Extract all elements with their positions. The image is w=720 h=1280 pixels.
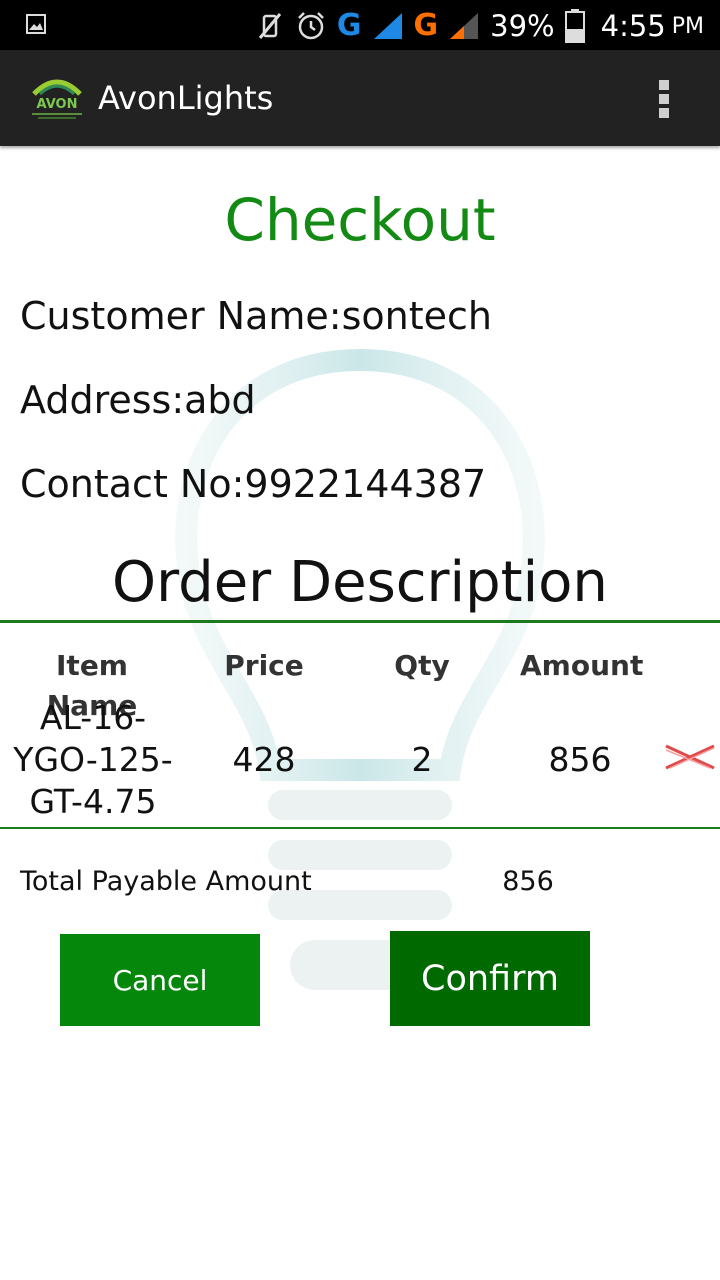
confirm-button[interactable]: Confirm — [390, 931, 590, 1026]
status-bar: G G 39% 4:55 PM — [0, 0, 720, 50]
customer-name: Customer Name:sontech — [20, 294, 492, 338]
order-description-title: Order Description — [112, 550, 608, 615]
delete-item-icon[interactable] — [664, 742, 716, 772]
logo-text: AVON — [37, 97, 78, 112]
item-name-cell: AL-16- YGO-125- GT-4.75 — [8, 697, 178, 823]
battery-icon — [564, 9, 585, 43]
qty-cell: 2 — [411, 740, 433, 779]
signal-strength-icon-2 — [450, 13, 479, 39]
header-price: Price — [224, 649, 304, 682]
contact-number: Contact No:9922144387 — [20, 462, 487, 506]
total-label: Total Payable Amount — [20, 866, 312, 897]
amount-cell: 856 — [548, 740, 612, 779]
alarm-icon — [298, 12, 324, 40]
item-name-line: GT-4.75 — [29, 782, 157, 821]
signal-strength-icon-1 — [373, 13, 402, 39]
avon-logo-icon[interactable]: AVON — [28, 72, 86, 122]
item-name-line: YGO-125- — [13, 740, 173, 779]
app-title: AvonLights — [98, 79, 274, 117]
battery-percent: 39% — [490, 9, 555, 43]
image-notification-icon — [26, 14, 46, 34]
total-value: 856 — [502, 866, 554, 897]
overflow-menu-icon[interactable] — [646, 76, 682, 122]
item-name-line: AL-16- — [39, 698, 147, 737]
clock-ampm: PM — [671, 13, 704, 39]
clock-time: 4:55 — [600, 9, 666, 43]
network-type-2: G — [413, 8, 439, 43]
header-qty: Qty — [394, 649, 450, 682]
address: Address:abd — [20, 378, 256, 422]
header-amount: Amount — [520, 649, 644, 682]
divider-bottom — [0, 827, 720, 829]
network-type-1: G — [336, 8, 362, 43]
cancel-button[interactable]: Cancel — [60, 934, 260, 1026]
vibrate-mute-icon — [258, 13, 282, 39]
action-bar: AVON AvonLights — [0, 50, 720, 146]
divider-top — [0, 620, 720, 623]
checkout-title: Checkout — [224, 186, 496, 254]
price-cell: 428 — [232, 740, 296, 779]
